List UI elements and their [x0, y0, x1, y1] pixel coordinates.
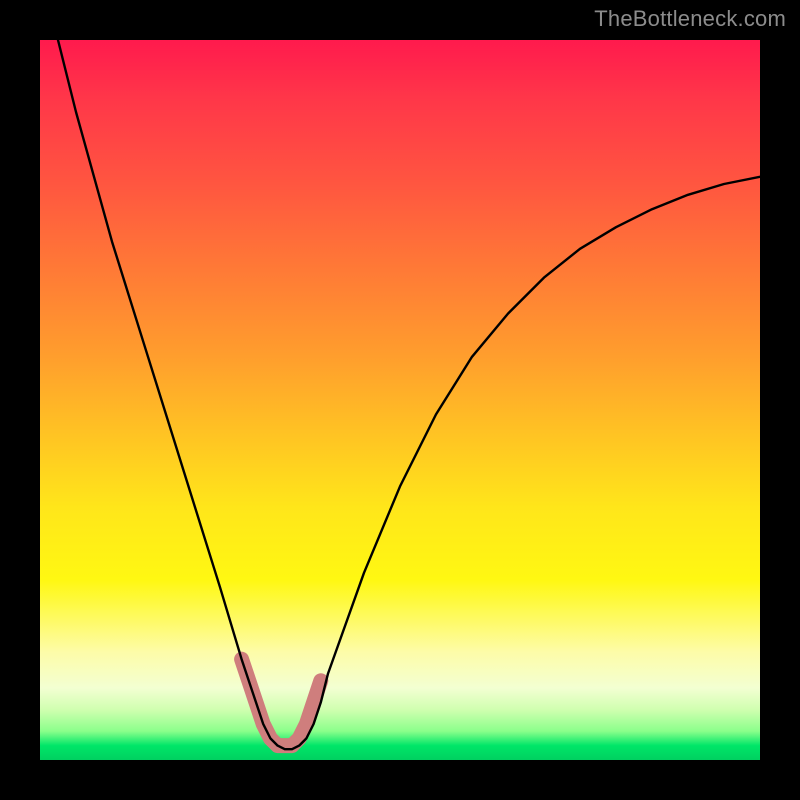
watermark-text: TheBottleneck.com: [594, 6, 786, 32]
chart-stage: TheBottleneck.com: [0, 0, 800, 800]
curve-layer: [40, 40, 760, 760]
plot-area: [40, 40, 760, 760]
bottleneck-curve: [40, 40, 760, 749]
